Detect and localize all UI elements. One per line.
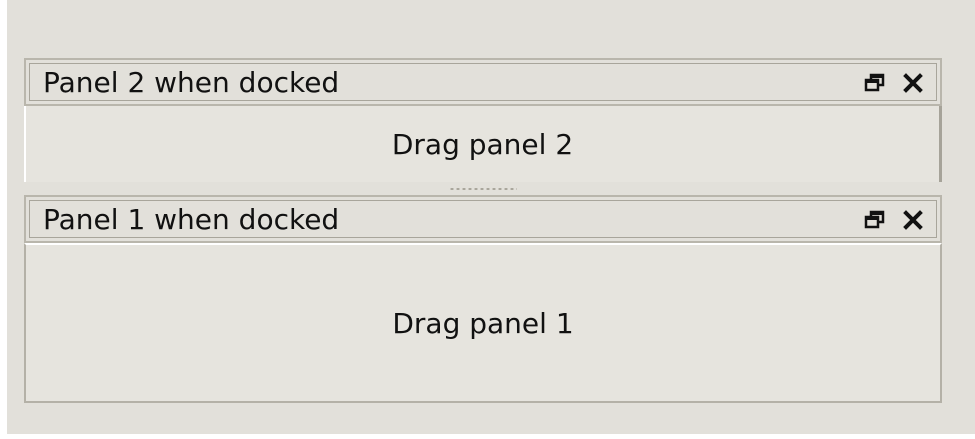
panel-2-content-label: Drag panel 2	[391, 127, 574, 161]
panel-1-float-button[interactable]	[862, 207, 888, 233]
float-icon	[864, 210, 885, 229]
close-icon	[903, 73, 923, 93]
panel-2-title-bar[interactable]: Panel 2 when docked	[24, 58, 942, 106]
panel-1-title: Panel 1 when docked	[43, 203, 340, 236]
close-icon	[903, 210, 923, 230]
panel-1-content-label: Drag panel 1	[392, 306, 574, 340]
panel-2-float-button[interactable]	[862, 70, 888, 96]
panel-1-close-button[interactable]	[900, 207, 926, 233]
dock-splitter-handle[interactable]	[24, 182, 942, 195]
dock-panel-1[interactable]: Panel 1 when docked Drag panel 1	[24, 195, 942, 403]
main-window: Panel 2 when docked Drag panel 2 Panel 1…	[0, 0, 975, 439]
panel-2-title: Panel 2 when docked	[43, 66, 340, 99]
splitter-grip	[449, 187, 517, 190]
panel-2-close-button[interactable]	[900, 70, 926, 96]
panel-1-title-bar[interactable]: Panel 1 when docked	[24, 195, 942, 243]
panel-2-content[interactable]: Drag panel 2	[24, 106, 942, 182]
float-icon	[864, 73, 885, 92]
panel-1-content[interactable]: Drag panel 1	[24, 243, 942, 403]
dock-panel-2[interactable]: Panel 2 when docked Drag panel 2	[24, 58, 942, 182]
